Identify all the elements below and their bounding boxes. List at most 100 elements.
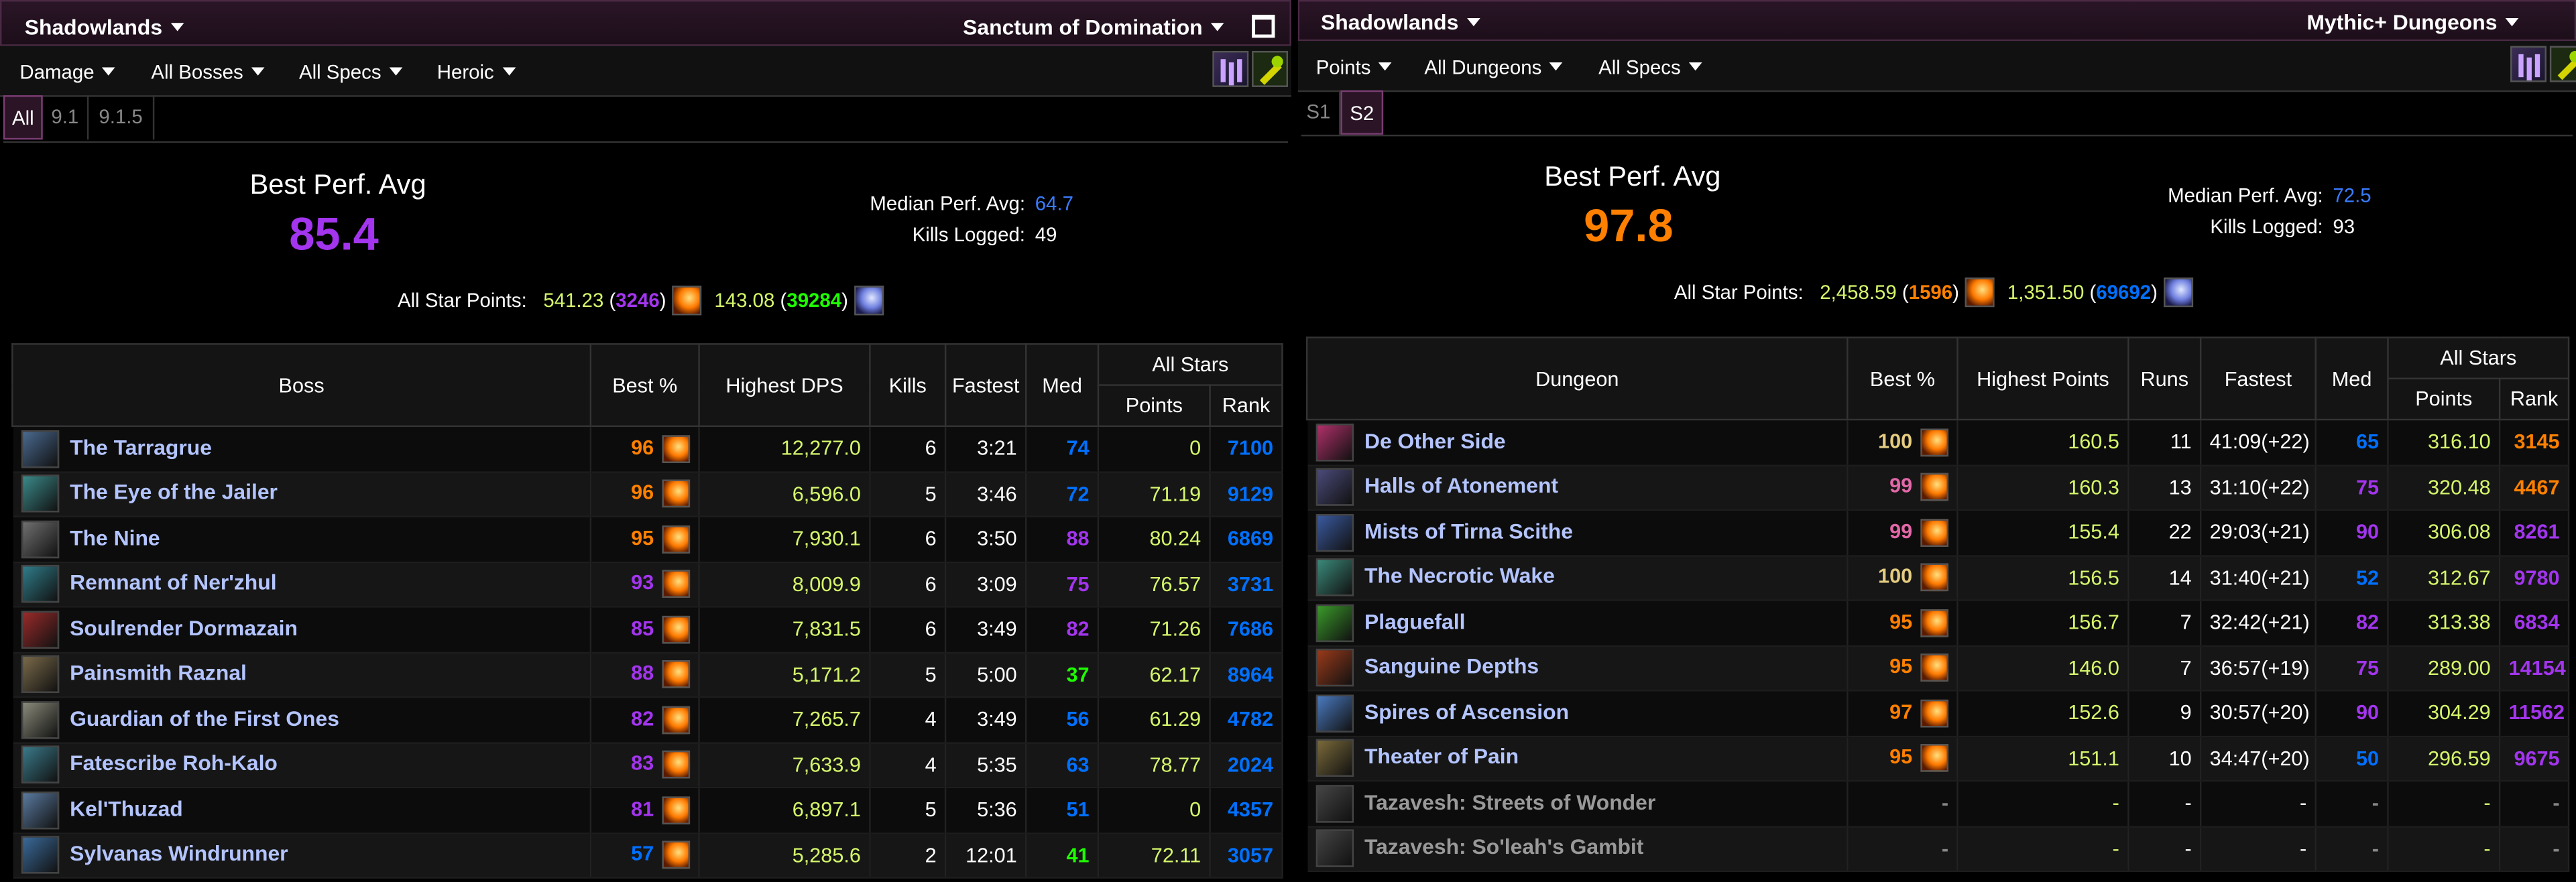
col-kills[interactable]: Kills bbox=[869, 343, 947, 428]
col-fastest[interactable]: Fastest bbox=[2199, 336, 2317, 421]
encounter-name[interactable]: Tazavesh: Streets of Wonder bbox=[1307, 781, 1849, 827]
col-points[interactable]: Points bbox=[2387, 377, 2501, 421]
table-row[interactable]: Halls of Atonement 99 160.3 13 31:10(+22) 75 3… bbox=[1307, 464, 2570, 511]
all-star-rank-value[interactable]: 8261 bbox=[2500, 509, 2570, 556]
encounter-name[interactable]: The Necrotic Wake bbox=[1307, 555, 1849, 601]
encounter-name[interactable]: Theater of Pain bbox=[1307, 735, 1849, 782]
encounter-name[interactable]: Halls of Atonement bbox=[1307, 464, 1849, 511]
encounter-name[interactable]: Kel'Thuzad bbox=[12, 787, 592, 834]
col-points[interactable]: Points bbox=[1097, 384, 1211, 428]
table-row[interactable]: Kel'Thuzad 81 6,897.1 5 5:36 51 0 4357 bbox=[12, 787, 1283, 834]
col-highest[interactable]: Highest DPS bbox=[698, 343, 871, 428]
encounter-name[interactable]: Mists of Tirna Scithe bbox=[1307, 509, 1849, 556]
table-row[interactable]: Theater of Pain 95 151.1 10 34:47(+20) 50 296.… bbox=[1307, 735, 2570, 782]
difficulty-filter[interactable]: Heroic bbox=[437, 61, 516, 84]
col-rank[interactable]: Rank bbox=[2498, 377, 2570, 421]
tab-9-1-5[interactable]: 9.1.5 bbox=[89, 95, 155, 140]
zone-dropdown[interactable]: Sanctum of Domination bbox=[963, 15, 1224, 40]
table-row[interactable]: The Necrotic Wake 100 156.5 14 31:40(+21) 52 3… bbox=[1307, 555, 2570, 601]
encounter-icon bbox=[20, 520, 58, 558]
encounter-name[interactable]: Sanguine Depths bbox=[1307, 645, 1849, 692]
encounter-name[interactable]: The Nine bbox=[12, 516, 592, 563]
frost-spec-icon bbox=[2164, 277, 2194, 308]
table-row[interactable]: De Other Side 100 160.5 11 41:09(+22) 65 316.1… bbox=[1307, 420, 2570, 466]
all-star-rank-value[interactable]: 4467 bbox=[2500, 464, 2570, 511]
all-star-rank-value[interactable]: 9780 bbox=[2500, 555, 2570, 601]
dungeon-filter[interactable]: All Dungeons bbox=[1424, 56, 1564, 79]
expansion-dropdown[interactable]: Shadowlands bbox=[1321, 10, 1480, 34]
spec-filter[interactable]: All Specs bbox=[299, 61, 403, 84]
expansion-dropdown[interactable]: Shadowlands bbox=[25, 15, 184, 40]
col-best[interactable]: Best % bbox=[589, 343, 700, 428]
encounter-name[interactable]: Fatescribe Roh-Kalo bbox=[12, 742, 592, 789]
spec-filter[interactable]: All Specs bbox=[1598, 56, 1702, 79]
encounter-name[interactable]: The Eye of the Jailer bbox=[12, 471, 592, 517]
all-star-rank-value[interactable]: 11562 bbox=[2500, 690, 2570, 737]
table-row[interactable]: Soulrender Dormazain 85 7,831.5 6 3:49 82 71.2… bbox=[12, 607, 1283, 653]
all-star-rank-value[interactable]: 14154 bbox=[2500, 645, 2570, 692]
encounter-name[interactable]: The Tarragrue bbox=[12, 426, 592, 472]
table-row[interactable]: Remnant of Ner'zhul 93 8,009.9 6 3:09 75 76.57… bbox=[12, 562, 1283, 608]
tab-s2[interactable]: S2 bbox=[1340, 90, 1384, 135]
col-med[interactable]: Med bbox=[1024, 343, 1100, 428]
table-row[interactable]: The Tarragrue 96 12,277.0 6 3:21 74 0 7100 bbox=[12, 426, 1283, 472]
encounter-name[interactable]: Spires of Ascension bbox=[1307, 690, 1849, 737]
all-star-rank-value[interactable]: 8964 bbox=[1210, 651, 1283, 698]
col-best[interactable]: Best % bbox=[1847, 336, 1958, 421]
table-row[interactable]: The Eye of the Jailer 96 6,596.0 5 3:46 72 71.… bbox=[12, 471, 1283, 517]
col-boss[interactable]: Boss bbox=[11, 343, 592, 428]
all-star-rank-value[interactable]: 9675 bbox=[2500, 735, 2570, 782]
table-row[interactable]: Sanguine Depths 95 146.0 7 36:57(+19) 75 289.0… bbox=[1307, 645, 2570, 692]
col-med[interactable]: Med bbox=[2315, 336, 2389, 421]
all-star-rank-value[interactable]: 2024 bbox=[1210, 742, 1283, 789]
table-row[interactable]: Painsmith Raznal 88 5,171.2 5 5:00 37 62.17 896… bbox=[12, 651, 1283, 698]
table-row[interactable]: Tazavesh: So'leah's Gambit - - - - - - - bbox=[1307, 826, 2570, 873]
table-row[interactable]: Tazavesh: Streets of Wonder - - - - - - - bbox=[1307, 781, 2570, 827]
all-star-rank-value[interactable]: 6869 bbox=[1210, 516, 1283, 563]
metric-filter[interactable]: Damage bbox=[19, 61, 116, 84]
all-star-rank-value[interactable]: 3731 bbox=[1210, 562, 1283, 608]
encounter-name[interactable]: Tazavesh: So'leah's Gambit bbox=[1307, 826, 1849, 873]
table-row[interactable]: Spires of Ascension 97 152.6 9 30:57(+20) 90 3… bbox=[1307, 690, 2570, 737]
raid-zone-icon[interactable] bbox=[2510, 46, 2546, 82]
mythic-key-icon[interactable] bbox=[1252, 50, 1289, 87]
all-star-rank-value[interactable]: 4357 bbox=[1210, 787, 1283, 834]
encounter-name[interactable]: Soulrender Dormazain bbox=[12, 607, 592, 653]
zone-dropdown[interactable]: Mythic+ Dungeons bbox=[2306, 10, 2519, 34]
all-star-rank-value[interactable]: 7100 bbox=[1210, 426, 1283, 472]
mythic-key-icon[interactable] bbox=[2549, 46, 2576, 82]
all-star-rank-value[interactable]: 4782 bbox=[1210, 697, 1283, 743]
table-row[interactable]: Sylvanas Windrunner 57 5,285.6 2 12:01 41 72.1… bbox=[12, 832, 1283, 879]
col-fastest[interactable]: Fastest bbox=[944, 343, 1027, 428]
metric-filter[interactable]: Points bbox=[1316, 56, 1393, 79]
all-star-rank-value[interactable]: 9129 bbox=[1210, 471, 1283, 517]
tab-s1[interactable]: S1 bbox=[1298, 90, 1341, 135]
encounter-name[interactable]: Guardian of the First Ones bbox=[12, 697, 592, 743]
all-star-rank-value[interactable]: - bbox=[2500, 826, 2570, 873]
col-dungeon[interactable]: Dungeon bbox=[1305, 336, 1849, 421]
table-row[interactable]: Fatescribe Roh-Kalo 83 7,633.9 4 5:35 63 78.77… bbox=[12, 742, 1283, 789]
highest-value: 160.5 bbox=[1957, 420, 2129, 466]
encounter-name[interactable]: Sylvanas Windrunner bbox=[12, 832, 592, 879]
all-star-rank-value[interactable]: 6834 bbox=[2500, 600, 2570, 647]
encounter-name[interactable]: Painsmith Raznal bbox=[12, 651, 592, 698]
table-row[interactable]: Mists of Tirna Scithe 99 155.4 22 29:03(+21)… bbox=[1307, 509, 2570, 556]
all-star-rank-value[interactable]: 3145 bbox=[2500, 420, 2570, 466]
table-row[interactable]: Plaguefall 95 156.7 7 32:42(+21) 82 313.38 6834 bbox=[1307, 600, 2570, 647]
tab-all[interactable]: All bbox=[3, 95, 43, 140]
all-star-rank-value[interactable]: 7686 bbox=[1210, 607, 1283, 653]
all-star-rank-value[interactable]: - bbox=[2500, 781, 2570, 827]
maximize-icon[interactable] bbox=[1252, 15, 1275, 38]
all-star-rank-value[interactable]: 3057 bbox=[1210, 832, 1283, 879]
tab-9-1[interactable]: 9.1 bbox=[43, 95, 89, 140]
col-highest[interactable]: Highest Points bbox=[1956, 336, 2129, 421]
encounter-name[interactable]: De Other Side bbox=[1307, 420, 1849, 466]
table-row[interactable]: The Nine 95 7,930.1 6 3:50 88 80.24 6869 bbox=[12, 516, 1283, 563]
encounter-name[interactable]: Plaguefall bbox=[1307, 600, 1849, 647]
raid-zone-icon[interactable] bbox=[1212, 50, 1249, 87]
col-runs[interactable]: Runs bbox=[2127, 336, 2202, 421]
encounter-name[interactable]: Remnant of Ner'zhul bbox=[12, 562, 592, 608]
boss-filter[interactable]: All Bosses bbox=[151, 61, 265, 84]
col-rank[interactable]: Rank bbox=[1209, 384, 1283, 428]
table-row[interactable]: Guardian of the First Ones 82 7,265.7 4 3:49… bbox=[12, 697, 1283, 743]
